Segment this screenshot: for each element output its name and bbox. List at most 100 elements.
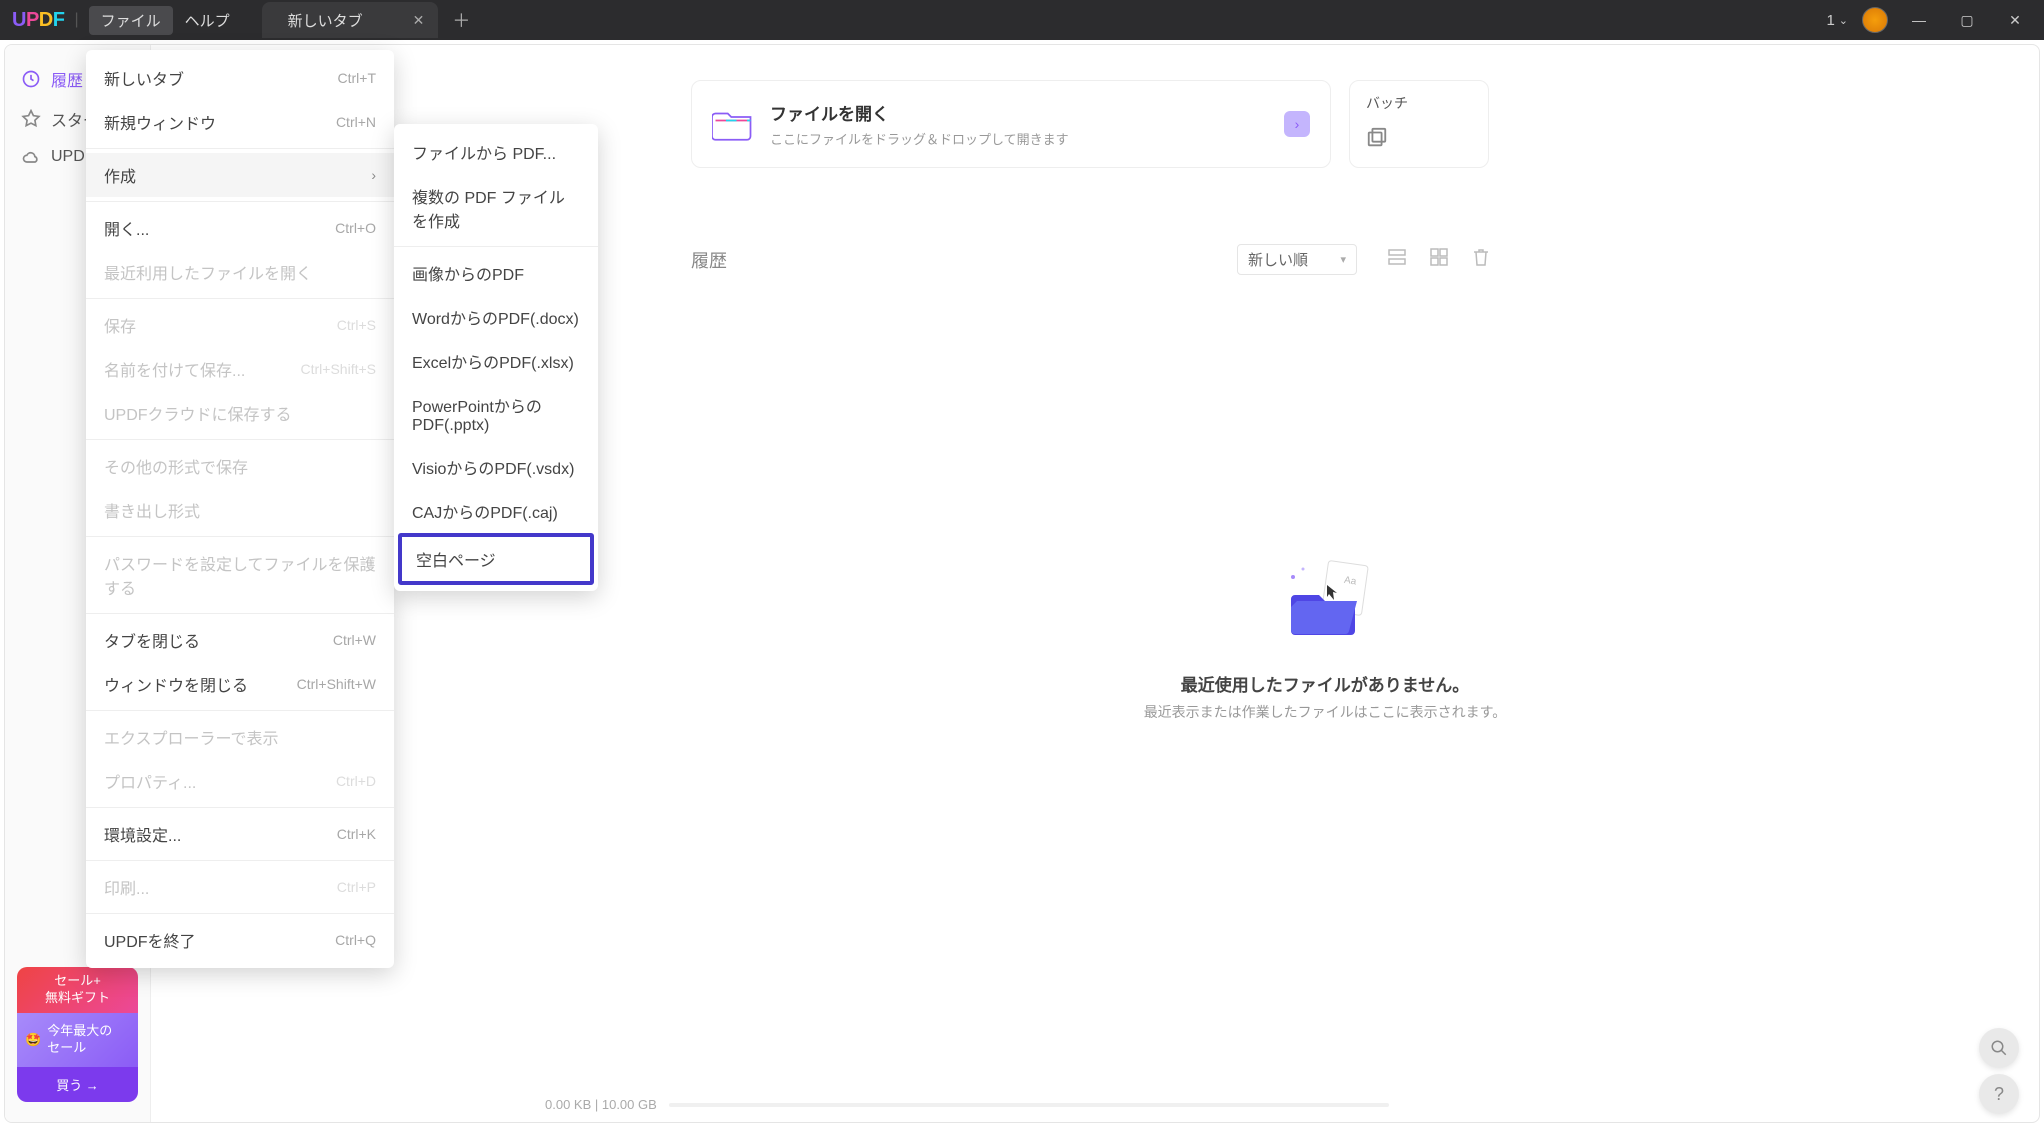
menu-item-label: 印刷... [104, 875, 149, 899]
menu-shortcut: Ctrl+Q [335, 932, 376, 948]
menu-item-label: ウィンドウを閉じる [104, 672, 248, 696]
menu-item[interactable]: タブを閉じるCtrl+W [86, 618, 394, 662]
storage-track [669, 1103, 1389, 1107]
menu-item: 書き出し形式 [86, 488, 394, 532]
menu-item[interactable]: ウィンドウを閉じる Ctrl+Shift+W [86, 662, 394, 706]
submenu-item[interactable]: 複数の PDF ファイルを作成 [394, 174, 598, 242]
menu-help[interactable]: ヘルプ [173, 6, 242, 35]
file-menu-panel: 新しいタブCtrl+T新規ウィンドウCtrl+N作成›開く...Ctrl+O最近… [86, 50, 394, 968]
create-submenu-panel: ファイルから PDF...複数の PDF ファイルを作成画像からのPDFWord… [394, 124, 598, 591]
tab-new[interactable]: 新しいタブ ✕ [262, 2, 439, 38]
menu-item: プロパティ...Ctrl+D [86, 759, 394, 803]
promo-mid: 🤩 今年最大の セール [17, 1013, 138, 1067]
menu-item-label: パスワードを設定してファイルを保護する [104, 551, 376, 599]
menu-separator [394, 246, 598, 247]
submenu-item-blank-page[interactable]: 空白ページ [398, 533, 594, 585]
menu-item: エクスプローラーで表示 [86, 715, 394, 759]
menu-item-label: エクスプローラーで表示 [104, 725, 279, 749]
menu-item[interactable]: 作成› [86, 153, 394, 197]
close-icon[interactable]: ✕ [413, 12, 425, 29]
history-heading: 履歴 [691, 247, 727, 273]
search-fab[interactable] [1979, 1028, 2019, 1068]
menu-separator [86, 913, 394, 914]
menu-separator [86, 807, 394, 808]
menu-shortcut: Ctrl+K [337, 826, 376, 842]
tab-title: 新しいタブ [288, 10, 363, 31]
submenu-item[interactable]: ファイルから PDF... [394, 130, 598, 174]
menu-shortcut: Ctrl+N [336, 114, 376, 130]
search-icon [1990, 1039, 2008, 1057]
sort-dropdown[interactable]: 新しい順 ▾ [1237, 244, 1357, 275]
emoji-icon: 🤩 [25, 1032, 41, 1049]
menu-item-label: タブを閉じる [104, 628, 200, 652]
menu-separator [86, 201, 394, 202]
menu-item-label: 保存 [104, 313, 136, 337]
menu-item[interactable]: UPDFを終了 Ctrl+Q [86, 918, 394, 962]
svg-text:Aa: Aa [1343, 575, 1357, 588]
submenu-item[interactable]: 画像からのPDF [394, 251, 598, 295]
menu-file[interactable]: ファイル [89, 6, 173, 35]
separator: | [74, 11, 78, 29]
view-grid-icon[interactable] [1429, 247, 1449, 272]
menu-separator [86, 439, 394, 440]
promo-top: セール+ 無料ギフト [17, 967, 138, 1013]
menu-shortcut: Ctrl+Shift+W [297, 676, 376, 692]
menu-shortcut: Ctrl+T [338, 70, 377, 86]
chevron-right-icon: › [1295, 116, 1300, 132]
batch-card[interactable]: バッチ [1349, 80, 1489, 168]
folder-icon [712, 106, 754, 142]
menu-separator [86, 860, 394, 861]
chevron-down-icon: ▾ [1340, 253, 1346, 266]
storage-bar: 0.00 KB | 10.00 GB [545, 1097, 1389, 1112]
menu-item: パスワードを設定してファイルを保護する [86, 541, 394, 609]
menu-item-label: UPDFクラウドに保存する [104, 401, 292, 425]
menu-separator [86, 298, 394, 299]
menu-item: その他の形式で保存 [86, 444, 394, 488]
open-file-title: ファイルを開く [770, 100, 1069, 125]
menu-separator [86, 148, 394, 149]
menu-item[interactable]: 新規ウィンドウ Ctrl+N [86, 100, 394, 144]
menu-item: 名前を付けて保存... Ctrl+Shift+S [86, 347, 394, 391]
clock-icon [21, 69, 41, 89]
submenu-item[interactable]: WordからのPDF(.docx) [394, 295, 598, 339]
menu-item: 保存Ctrl+S [86, 303, 394, 347]
add-tab-icon[interactable]: ＋ [452, 7, 470, 33]
open-file-subtitle: ここにファイルをドラッグ＆ドロップして開きます [770, 129, 1069, 148]
menu-shortcut: Ctrl+P [337, 879, 376, 895]
open-file-card[interactable]: ファイルを開く ここにファイルをドラッグ＆ドロップして開きます › [691, 80, 1331, 168]
menu-shortcut: Ctrl+D [336, 773, 376, 789]
promo-banner[interactable]: セール+ 無料ギフト 🤩 今年最大の セール 買う → [17, 967, 138, 1102]
tab-counter[interactable]: 1⌄ [1826, 12, 1848, 29]
chevron-down-icon: ⌄ [1839, 14, 1848, 27]
trash-icon[interactable] [1471, 247, 1491, 272]
maximize-icon[interactable]: ▢ [1950, 8, 1984, 32]
submenu-item[interactable]: VisioからのPDF(.vsdx) [394, 445, 598, 489]
view-list-icon[interactable] [1387, 247, 1407, 272]
empty-title: 最近使用したファイルがありません。 [691, 671, 1959, 696]
submenu-item[interactable]: CAJからのPDF(.caj) [394, 489, 598, 533]
menu-separator [86, 710, 394, 711]
titlebar: UPDF | ファイル ヘルプ 新しいタブ ✕ ＋ 1⌄ — ▢ ✕ [0, 0, 2044, 40]
menu-shortcut: Ctrl+Shift+S [301, 361, 376, 377]
empty-state: Aa 最近使用したファイルがありません。 最近表示または作業したファイルはここに… [691, 555, 1959, 722]
storage-text: 0.00 KB | 10.00 GB [545, 1097, 657, 1112]
submenu-item[interactable]: PowerPointからのPDF(.pptx) [394, 383, 598, 445]
menu-item-label: 新規ウィンドウ [104, 110, 216, 134]
menu-item[interactable]: 環境設定...Ctrl+K [86, 812, 394, 856]
help-fab[interactable]: ? [1979, 1074, 2019, 1114]
cloud-icon [21, 147, 41, 167]
menu-item-label: 作成 [104, 163, 136, 187]
menu-item-label: 名前を付けて保存... [104, 357, 245, 381]
menu-item-label: 開く... [104, 216, 149, 240]
close-window-icon[interactable]: ✕ [1998, 8, 2032, 32]
user-avatar[interactable] [1862, 7, 1888, 33]
sidebar-item-label: 履歴 [51, 67, 83, 91]
submenu-item[interactable]: ExcelからのPDF(.xlsx) [394, 339, 598, 383]
menu-item-label: UPDFを終了 [104, 928, 196, 952]
minimize-icon[interactable]: — [1902, 8, 1936, 32]
menu-item[interactable]: 新しいタブCtrl+T [86, 56, 394, 100]
promo-cta[interactable]: 買う → [17, 1067, 138, 1102]
batch-title: バッチ [1366, 93, 1472, 113]
open-file-button[interactable]: › [1284, 111, 1310, 137]
menu-item[interactable]: 開く...Ctrl+O [86, 206, 394, 250]
